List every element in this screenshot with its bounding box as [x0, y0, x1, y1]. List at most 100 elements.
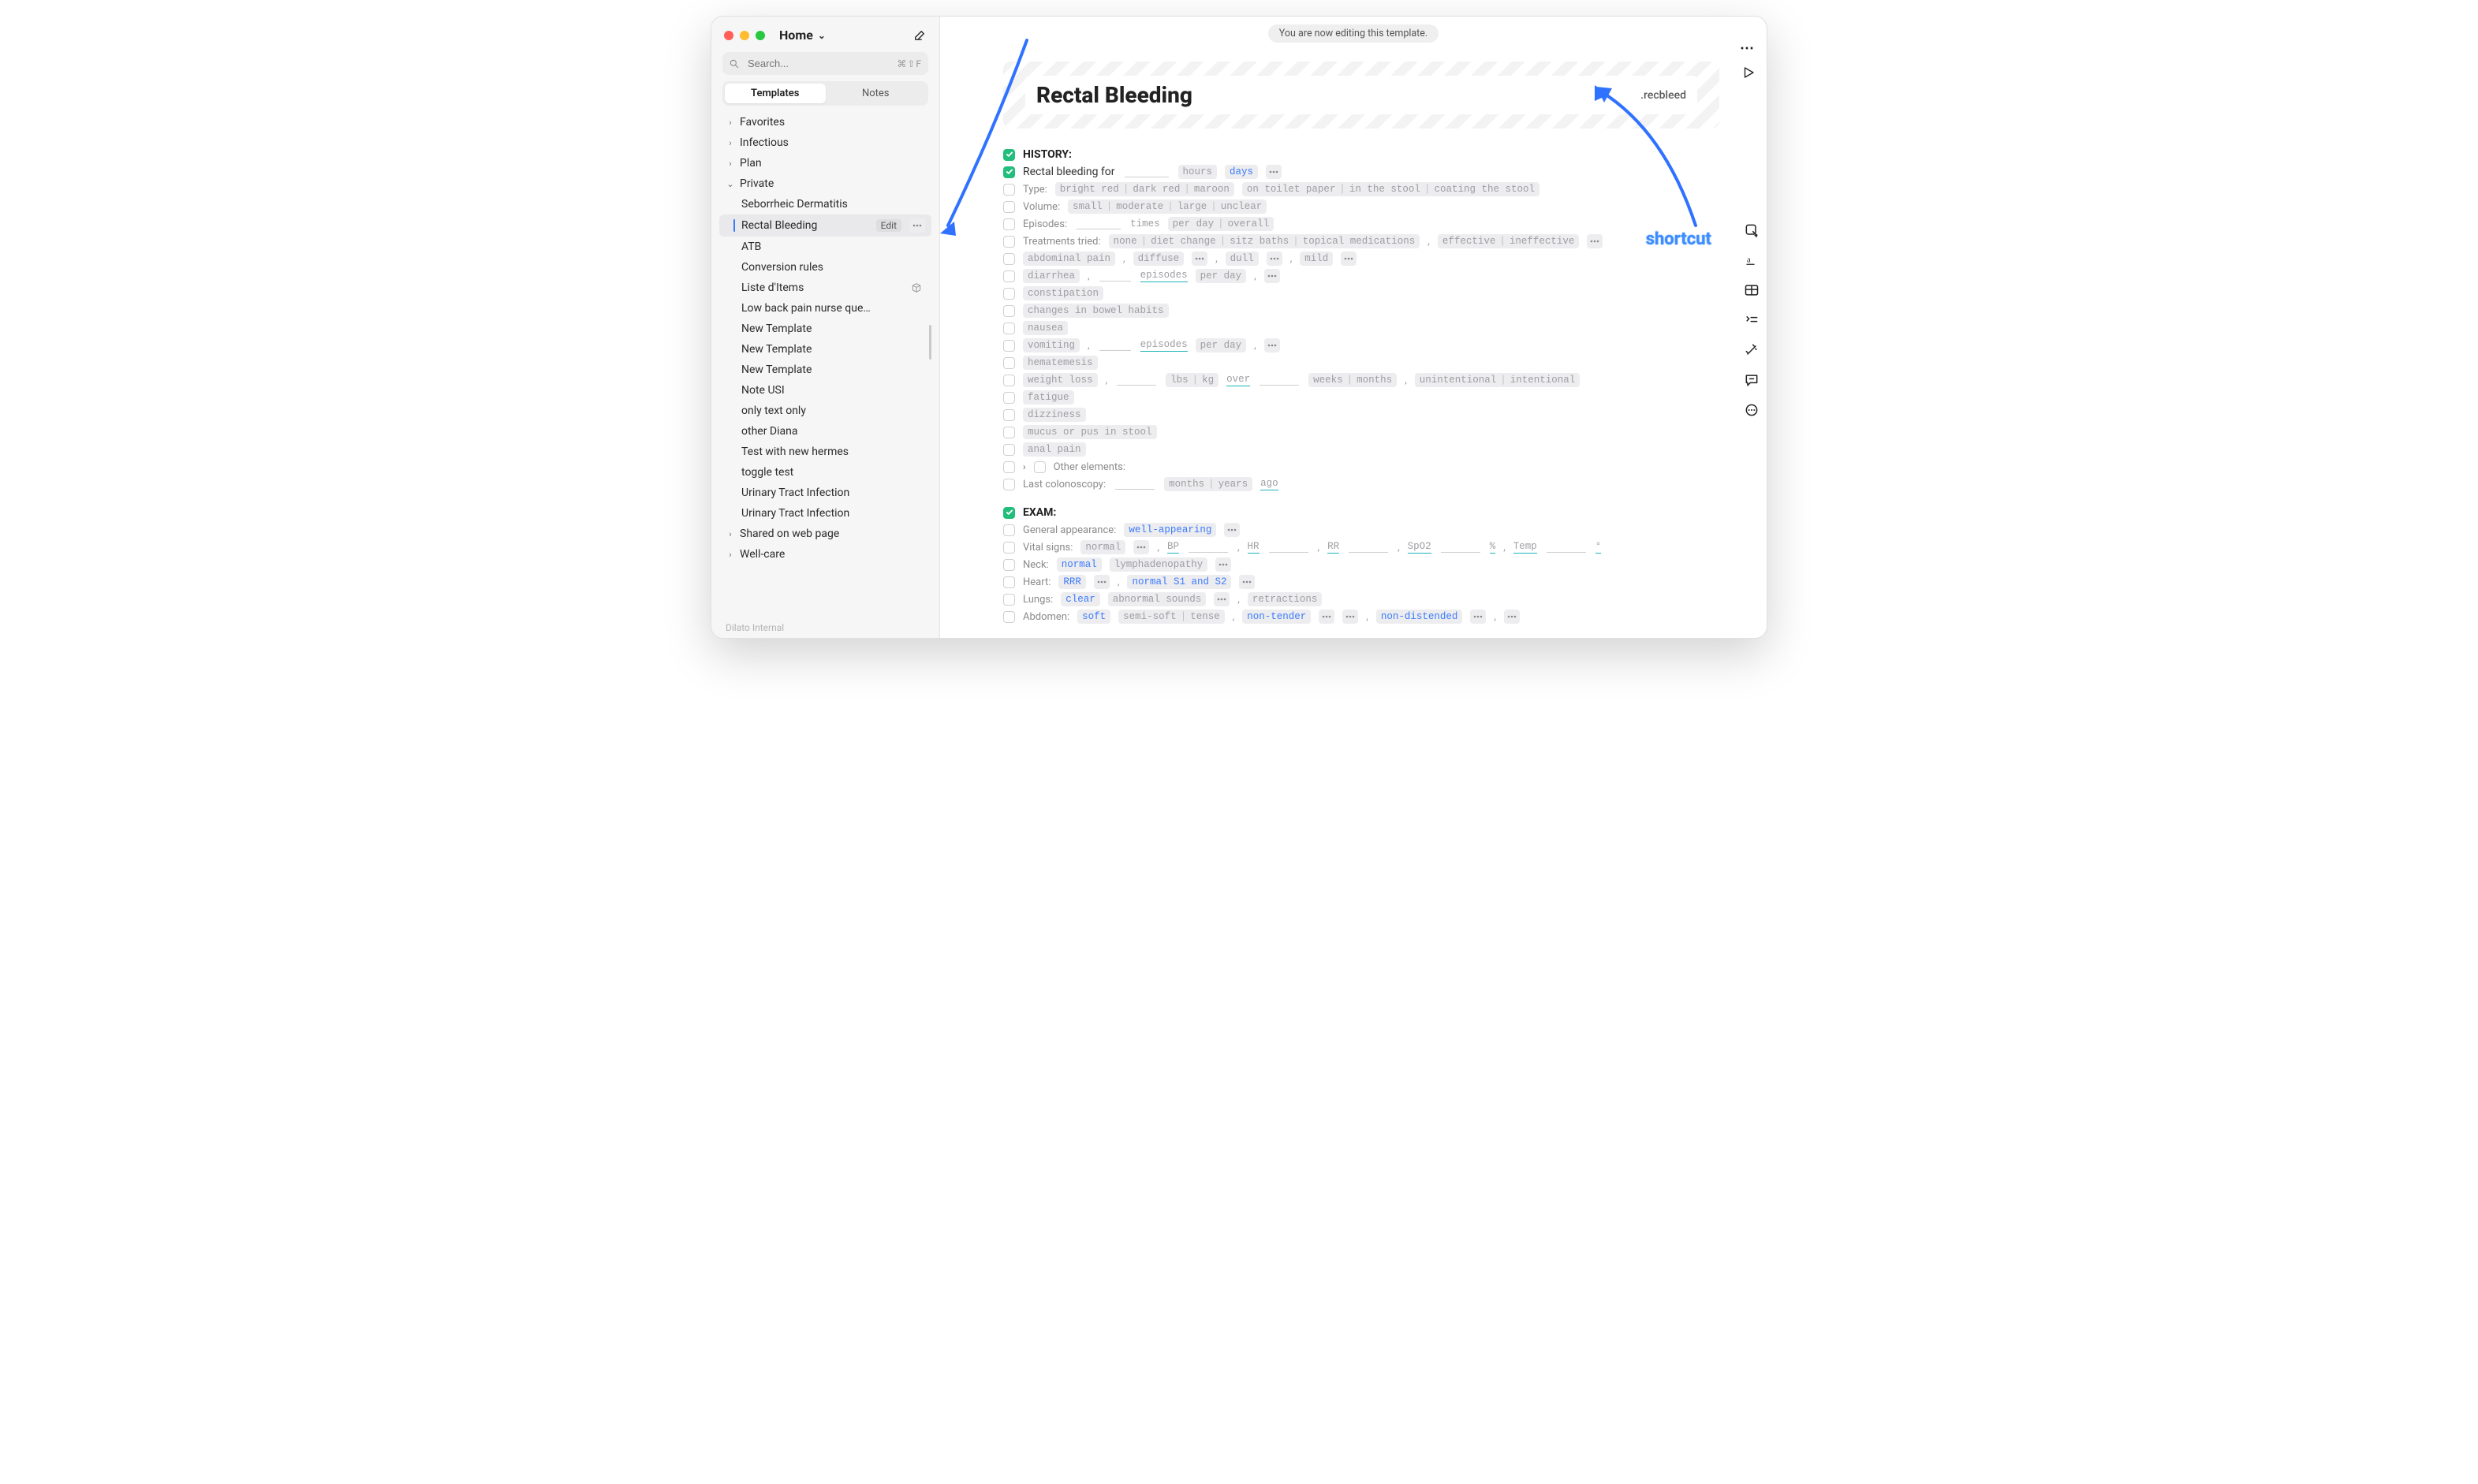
checkbox[interactable]: [1003, 201, 1015, 213]
more-icon[interactable]: [1192, 252, 1207, 266]
chip[interactable]: per day: [1196, 269, 1247, 283]
tab-notes[interactable]: Notes: [826, 84, 927, 103]
chip[interactable]: clear: [1061, 592, 1100, 606]
sidebar-item[interactable]: only text only: [719, 401, 931, 421]
checkbox[interactable]: [1003, 270, 1015, 282]
sidebar-section-favorites[interactable]: ›Favorites: [719, 112, 931, 132]
chip[interactable]: dull: [1226, 252, 1259, 266]
chat-icon[interactable]: [1743, 371, 1760, 389]
checkbox[interactable]: [1003, 427, 1015, 438]
home-dropdown[interactable]: Home ⌄: [779, 28, 826, 43]
chip[interactable]: per day: [1196, 338, 1247, 352]
document[interactable]: Rectal Bleeding .recbleed HISTORY: Recta…: [940, 47, 1767, 638]
checkbox[interactable]: [1003, 409, 1015, 421]
sidebar-item[interactable]: New Template: [719, 339, 931, 360]
blank-field[interactable]: [1117, 375, 1156, 386]
chip[interactable]: non-tender: [1242, 610, 1311, 624]
chip[interactable]: normal S1 and S2: [1127, 575, 1231, 589]
more-icon[interactable]: [1341, 252, 1357, 266]
blank-field[interactable]: [1189, 542, 1228, 553]
traffic-lights[interactable]: [724, 31, 765, 40]
play-icon[interactable]: [1741, 65, 1756, 83]
scrollbar-thumb[interactable]: [929, 325, 931, 360]
close-window-icon[interactable]: [724, 31, 733, 40]
chip-group[interactable]: lbs| kg: [1166, 373, 1218, 387]
sidebar-item[interactable]: Note USI: [719, 380, 931, 401]
blank-field[interactable]: [1077, 218, 1121, 229]
chip[interactable]: lymphadenopathy: [1110, 557, 1208, 572]
chip[interactable]: abdominal pain: [1023, 252, 1115, 266]
chip[interactable]: RRR: [1058, 575, 1086, 589]
more-icon[interactable]: [1319, 610, 1334, 624]
more-icon[interactable]: [1224, 523, 1240, 537]
blank-field[interactable]: [1269, 542, 1308, 553]
sidebar-item[interactable]: New Template: [719, 319, 931, 339]
chip[interactable]: retractions: [1248, 592, 1323, 606]
more-icon[interactable]: [1587, 234, 1603, 248]
sidebar-item[interactable]: Urinary Tract Infection: [719, 483, 931, 503]
sidebar-item[interactable]: Seborrheic Dermatitis: [719, 194, 931, 214]
blank-field[interactable]: [1125, 166, 1169, 177]
chip-hours[interactable]: hours: [1178, 165, 1218, 179]
chip-group[interactable]: none| diet change| sitz baths| topical m…: [1109, 234, 1420, 248]
checkbox[interactable]: [1003, 340, 1015, 352]
blank-field[interactable]: [1115, 479, 1155, 490]
shortcut-field[interactable]: .recbleed: [1640, 89, 1686, 102]
chip[interactable]: well-appearing: [1124, 523, 1216, 537]
checkbox[interactable]: [1003, 236, 1015, 248]
checkbox[interactable]: [1003, 611, 1015, 623]
chip[interactable]: weight loss: [1023, 373, 1098, 387]
more-icon[interactable]: [1094, 575, 1110, 589]
checkbox[interactable]: [1003, 524, 1015, 536]
more-icon[interactable]: [1266, 165, 1282, 179]
document-title[interactable]: Rectal Bleeding: [1036, 82, 1192, 108]
sidebar-item[interactable]: Test with new hermes: [719, 442, 931, 462]
compose-icon[interactable]: [912, 28, 927, 43]
more-icon[interactable]: [1342, 610, 1358, 624]
checkbox[interactable]: [1003, 305, 1015, 317]
checkbox-checked[interactable]: [1003, 149, 1015, 161]
more-circle-icon[interactable]: [1743, 401, 1760, 419]
checkbox-checked[interactable]: [1003, 507, 1015, 519]
table-icon[interactable]: [1743, 282, 1760, 299]
checkbox[interactable]: [1003, 559, 1015, 571]
checkbox[interactable]: [1003, 357, 1015, 369]
checkbox[interactable]: [1003, 461, 1015, 473]
chip[interactable]: non-distended: [1376, 610, 1463, 624]
checkbox[interactable]: [1003, 444, 1015, 456]
sidebar-item-selected[interactable]: Rectal Bleeding Edit: [719, 214, 931, 237]
chip[interactable]: soft: [1077, 610, 1110, 624]
more-icon[interactable]: [1215, 557, 1231, 572]
chip[interactable]: constipation: [1023, 286, 1103, 300]
checkbox[interactable]: [1003, 594, 1015, 606]
toggle-list-icon[interactable]: [1743, 311, 1760, 329]
checkbox[interactable]: [1003, 576, 1015, 588]
more-icon[interactable]: [1267, 252, 1282, 266]
sidebar-section-wellcare[interactable]: ›Well-care: [719, 544, 931, 565]
chip-group[interactable]: semi-soft| tense: [1118, 610, 1225, 624]
tab-templates[interactable]: Templates: [725, 84, 826, 103]
blank-field[interactable]: [1099, 340, 1131, 351]
chip[interactable]: abnormal sounds: [1108, 592, 1207, 606]
sidebar-item[interactable]: Low back pain nurse questi...: [719, 298, 931, 319]
blank-field[interactable]: [1260, 375, 1299, 386]
search-input[interactable]: ⌘⇧F: [722, 52, 928, 75]
minimize-window-icon[interactable]: [740, 31, 749, 40]
fullscreen-window-icon[interactable]: [756, 31, 765, 40]
more-icon[interactable]: [1470, 610, 1486, 624]
sidebar-item[interactable]: Conversion rules: [719, 257, 931, 278]
chip-group[interactable]: weeks| months: [1308, 373, 1397, 387]
chip[interactable]: hematemesis: [1023, 356, 1098, 370]
chip[interactable]: anal pain: [1023, 442, 1086, 457]
chevron-right-icon[interactable]: ›: [1023, 461, 1026, 472]
sidebar-item[interactable]: toggle test: [719, 462, 931, 483]
chip-group[interactable]: on toilet paper| in the stool| coating t…: [1242, 182, 1539, 196]
chip[interactable]: mild: [1300, 252, 1333, 266]
checkbox[interactable]: [1003, 218, 1015, 230]
chip[interactable]: dizziness: [1023, 408, 1086, 422]
chip[interactable]: changes in bowel habits: [1023, 304, 1169, 318]
chip-days[interactable]: days: [1225, 165, 1258, 179]
checkbox-checked[interactable]: [1003, 166, 1015, 178]
chip-group[interactable]: unintentional| intentional: [1415, 373, 1580, 387]
checkbox[interactable]: [1003, 253, 1015, 265]
